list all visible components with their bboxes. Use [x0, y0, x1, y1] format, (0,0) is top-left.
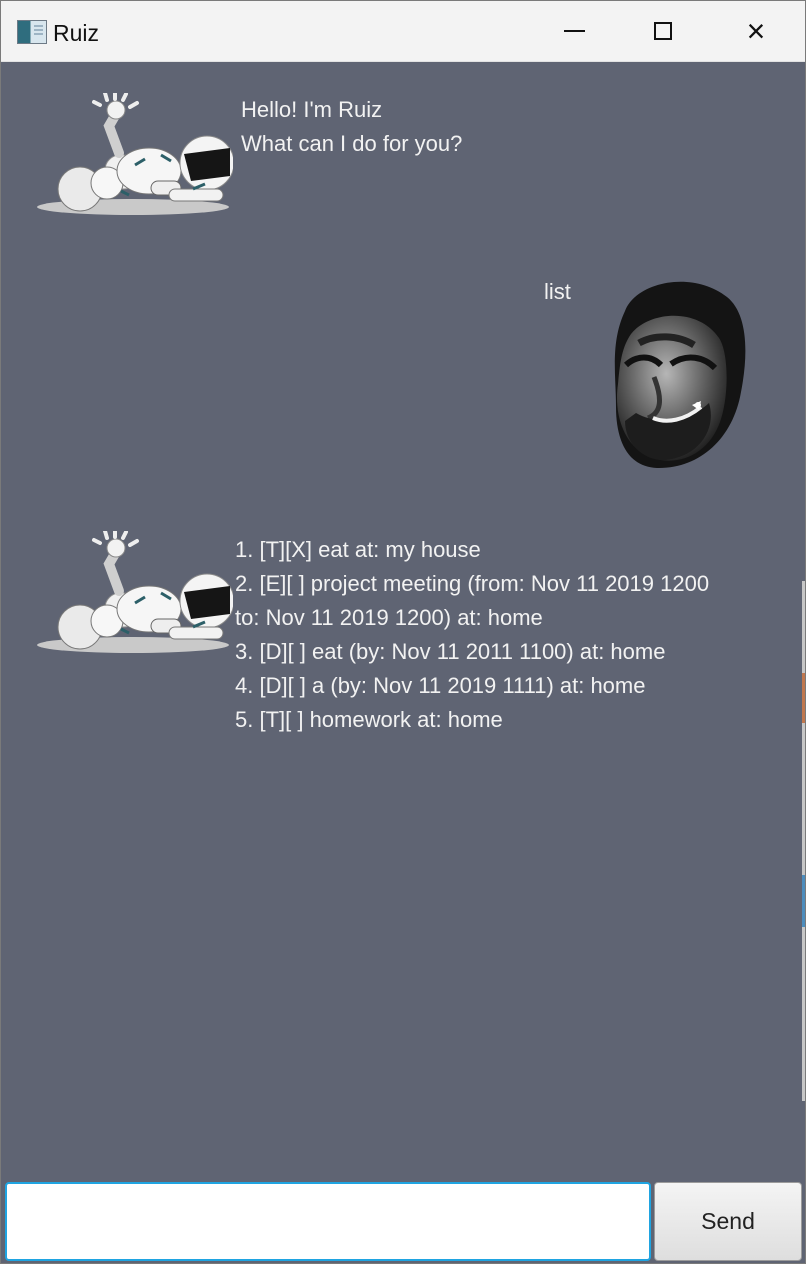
message-input-area: Send: [1, 1179, 805, 1263]
minimize-icon: [563, 30, 585, 32]
scroll-marker: [802, 875, 805, 927]
close-icon: ×: [746, 13, 766, 49]
window-title: Ruiz: [53, 20, 100, 46]
chat-window: Ruiz × Hello! I'm Ruiz What can I do for…: [0, 0, 806, 1264]
user-avatar-icon: [614, 281, 746, 469]
window-title-bar[interactable]: Ruiz ×: [1, 1, 805, 62]
scroll-marker: [802, 723, 805, 875]
send-button[interactable]: Send: [654, 1182, 802, 1261]
scrollbar-markers: [802, 581, 805, 1101]
maximize-icon: [654, 22, 672, 40]
user-message-text: list: [544, 279, 571, 304]
scroll-marker: [802, 927, 805, 1101]
bot-task-list-message: 1. [T][X] eat at: my house 2. [E][ ] pro…: [235, 537, 710, 732]
close-button[interactable]: ×: [711, 1, 801, 61]
maximize-button[interactable]: [618, 1, 708, 61]
bot-greeting-message: Hello! I'm Ruiz What can I do for you?: [241, 97, 463, 156]
robot-avatar-icon: [37, 531, 233, 653]
app-window-icon: [17, 20, 47, 44]
scroll-marker: [802, 673, 805, 723]
chat-scroll-pane[interactable]: Hello! I'm Ruiz What can I do for you? l…: [1, 61, 805, 1179]
scroll-marker: [802, 581, 805, 673]
message-input[interactable]: [5, 1182, 651, 1261]
robot-avatar-icon: [37, 93, 233, 215]
minimize-button[interactable]: [529, 1, 619, 61]
